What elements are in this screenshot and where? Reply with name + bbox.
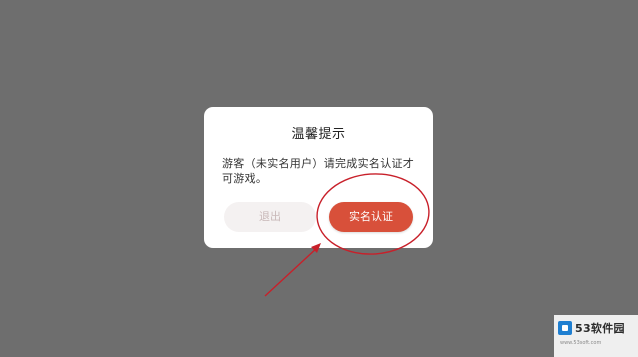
watermark-brand: 53软件园 (575, 322, 625, 335)
watermark-url: www.53soft.com (560, 340, 602, 346)
exit-button[interactable]: 退出 (224, 202, 316, 232)
real-name-verify-button[interactable]: 实名认证 (329, 202, 413, 232)
site-watermark: 53软件园 www.53soft.com (554, 315, 638, 357)
game-screen-backdrop: 温馨提示 游客（未实名用户）请完成实名认证才可游戏。 退出 实名认证 53软件园… (0, 0, 638, 357)
dialog-title: 温馨提示 (291, 127, 346, 142)
site-logo-icon (558, 321, 572, 335)
pointer-arrow-line (264, 246, 319, 297)
dialog-message: 游客（未实名用户）请完成实名认证才可游戏。 (222, 157, 415, 185)
